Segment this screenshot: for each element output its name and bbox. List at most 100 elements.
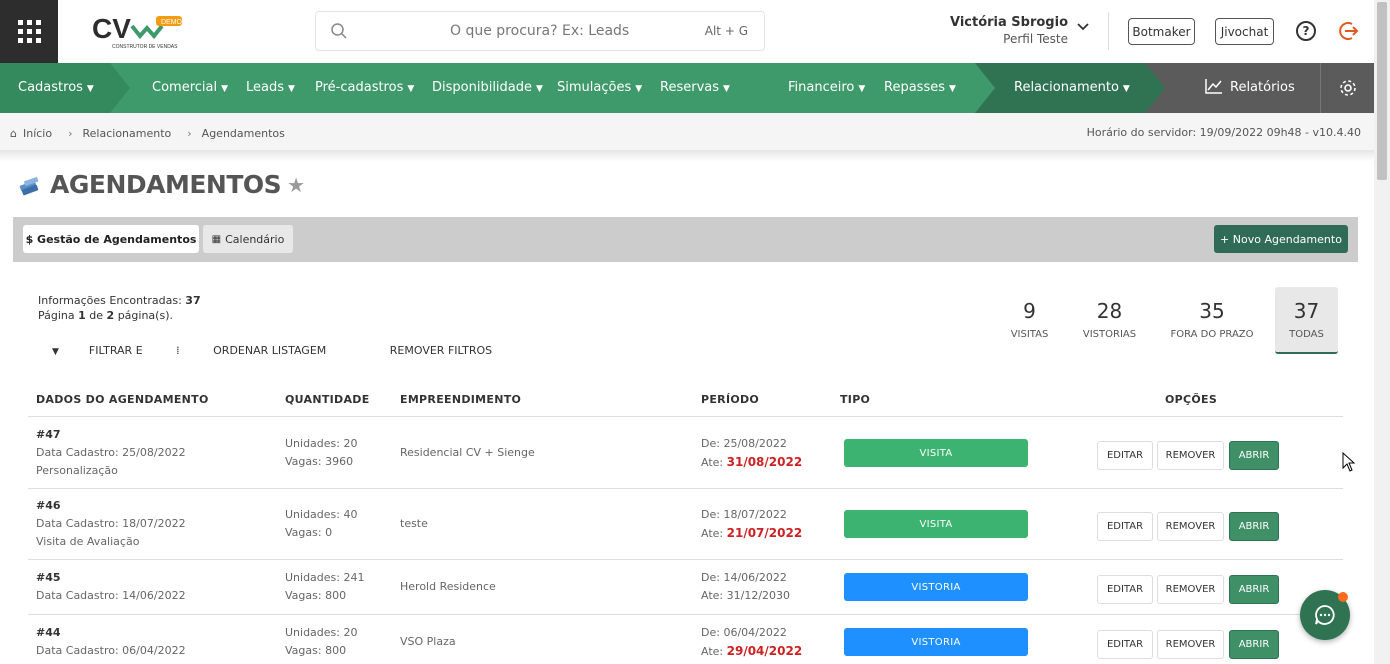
search-shortcut: Alt + G: [704, 24, 748, 38]
tab-gestao-agendamentos[interactable]: $ Gestão de Agendamentos: [23, 225, 199, 253]
column-header: EMPREENDIMENTO: [400, 393, 522, 406]
edit-button[interactable]: EDITAR: [1097, 630, 1153, 659]
chart-line-icon: [1205, 79, 1222, 94]
filter-controls: ▼ FILTRAR E ⁞ ORDENAR LISTAGEM REMOVER FI…: [52, 344, 522, 357]
nav-item-leads[interactable]: Leads ▼: [246, 80, 295, 95]
stat-todas[interactable]: 37 TODAS: [1275, 287, 1338, 354]
column-header: DADOS DO AGENDAMENTO: [36, 393, 209, 406]
home-icon: ⌂: [10, 127, 17, 140]
search-icon: [331, 23, 347, 39]
shadow-divider: [0, 150, 1374, 162]
breadcrumb-relacionamento[interactable]: Relacionamento: [83, 127, 172, 140]
chevron-right-icon: ›: [187, 127, 192, 140]
nav-item-cadastros[interactable]: Cadastros ▼: [18, 80, 94, 95]
cv-logo[interactable]: CV DEMO CONSTRUTOR DE VENDAS: [92, 12, 184, 52]
edit-button[interactable]: EDITAR: [1097, 575, 1153, 604]
tab-calendario[interactable]: ▦ Calendário: [203, 225, 293, 253]
breadcrumb-agendamentos: Agendamentos: [201, 127, 285, 140]
tabs-bar: $ Gestão de Agendamentos ▦ Calendário + N…: [13, 217, 1358, 262]
nav-item-disponibilidade[interactable]: Disponibilidade ▼: [432, 80, 543, 95]
botmaker-button[interactable]: Botmaker: [1128, 18, 1195, 45]
results-info: Informações Encontradas: 37 Página 1 de …: [38, 294, 201, 322]
svg-text:DEMO: DEMO: [161, 19, 183, 26]
remove-button[interactable]: REMOVER: [1157, 575, 1224, 604]
open-button[interactable]: ABRIR: [1229, 441, 1279, 470]
nav-item-pre-cadastros[interactable]: Pré-cadastros ▼: [315, 80, 414, 95]
jivochat-button[interactable]: Jivochat: [1215, 18, 1274, 45]
row-empreendimento: teste: [400, 517, 428, 530]
nav-item-relatorios[interactable]: Relatórios: [1205, 78, 1295, 95]
help-icon[interactable]: ?: [1296, 21, 1316, 41]
tipo-badge: VISITA: [844, 510, 1028, 538]
nav-item-relacionamento[interactable]: Relacionamento ▼: [1014, 80, 1130, 95]
column-header: PERÍODO: [701, 393, 760, 406]
row-id: #44: [36, 626, 61, 639]
user-name: Victória Sbrogio: [949, 15, 1068, 30]
nav-item-repasses[interactable]: Repasses ▼: [884, 80, 956, 95]
filter-order-button[interactable]: ▼ FILTRAR E ⁞ ORDENAR LISTAGEM: [52, 344, 356, 357]
page-title-block: AGENDAMENTOS ★: [18, 170, 305, 199]
svg-text:CV: CV: [92, 13, 131, 44]
open-button[interactable]: ABRIR: [1229, 575, 1279, 604]
top-bar: CV DEMO CONSTRUTOR DE VENDAS O que procu…: [0, 0, 1374, 63]
row-cadastro: Data Cadastro: 25/08/2022: [36, 446, 186, 459]
favorite-star-icon[interactable]: ★: [287, 173, 305, 197]
row-id: #45: [36, 571, 61, 584]
user-profile: Perfil Teste: [1003, 32, 1068, 46]
stat-fora-do-prazo[interactable]: 35 FORA DO PRAZO: [1163, 287, 1261, 354]
sort-icon: ⁞: [176, 344, 180, 357]
breadcrumb: ⌂ Início › Relacionamento › Agendamentos Horá…: [0, 113, 1374, 153]
divider: [28, 488, 1343, 489]
new-agendamento-button[interactable]: + Novo Agendamento: [1214, 225, 1348, 253]
column-header: QUANTIDADE: [285, 393, 370, 406]
calendar-icon: ▦: [211, 233, 222, 245]
row-extra: Visita de Avaliação: [36, 535, 140, 548]
remove-button[interactable]: REMOVER: [1157, 441, 1224, 470]
apps-grid-icon[interactable]: [0, 0, 58, 63]
scrollbar-thumb[interactable]: [1377, 2, 1387, 180]
divider: [28, 614, 1343, 615]
nav-item-financeiro[interactable]: Financeiro ▼: [788, 80, 865, 95]
settings-gear-icon[interactable]: [1320, 63, 1374, 113]
page-title: AGENDAMENTOS: [50, 170, 282, 199]
divider: [28, 416, 1343, 417]
notification-dot: [1338, 592, 1348, 602]
row-id: #47: [36, 428, 61, 441]
main-nav: Cadastros ▼ Comercial ▼ Leads ▼ Pré-cadastr…: [0, 63, 1374, 113]
open-button[interactable]: ABRIR: [1229, 512, 1279, 541]
logout-icon[interactable]: [1338, 20, 1360, 42]
breadcrumb-home[interactable]: Início: [23, 127, 52, 140]
open-button[interactable]: ABRIR: [1229, 630, 1279, 659]
server-time: Horário do servidor: 19/09/2022 09h48 - …: [1086, 126, 1361, 139]
row-empreendimento: Residencial CV + Sienge: [400, 446, 535, 459]
edit-button[interactable]: EDITAR: [1097, 512, 1153, 541]
column-header: TIPO: [840, 393, 871, 406]
nav-item-reservas[interactable]: Reservas ▼: [660, 80, 730, 95]
edit-button[interactable]: EDITAR: [1097, 441, 1153, 470]
divider: [1108, 12, 1109, 50]
search-input[interactable]: O que procura? Ex: Leads Alt + G: [315, 11, 765, 51]
row-empreendimento: VSO Plaza: [400, 635, 456, 648]
divider: [28, 559, 1343, 560]
row-cadastro: Data Cadastro: 18/07/2022: [36, 517, 186, 530]
nav-item-comercial[interactable]: Comercial ▼: [152, 80, 228, 95]
remove-button[interactable]: REMOVER: [1157, 512, 1224, 541]
scrollbar[interactable]: [1374, 0, 1390, 664]
stat-vistorias[interactable]: 28 VISTORIAS: [1078, 287, 1141, 354]
mouse-cursor-icon: [1342, 452, 1356, 472]
chevron-right-icon: ›: [68, 127, 73, 140]
search-placeholder: O que procura? Ex: Leads: [450, 23, 630, 39]
row-cadastro: Data Cadastro: 14/06/2022: [36, 589, 186, 602]
row-extra: Personalização: [36, 464, 118, 477]
chevron-down-icon[interactable]: [1077, 23, 1089, 31]
user-menu[interactable]: Victória Sbrogio Perfil Teste: [950, 15, 1068, 46]
column-header: OPÇÕES: [1165, 393, 1218, 406]
calendar-stack-icon: [19, 176, 39, 195]
stat-visitas[interactable]: 9 VISITAS: [998, 287, 1061, 354]
tipo-badge: VISTORIA: [844, 628, 1028, 656]
row-cadastro: Data Cadastro: 06/04/2022: [36, 644, 186, 657]
remove-button[interactable]: REMOVER: [1157, 630, 1224, 659]
nav-item-simulacoes[interactable]: Simulações ▼: [557, 80, 642, 95]
chat-bubble-icon[interactable]: [1300, 590, 1350, 640]
remove-filters-button[interactable]: REMOVER FILTROS: [390, 344, 492, 357]
